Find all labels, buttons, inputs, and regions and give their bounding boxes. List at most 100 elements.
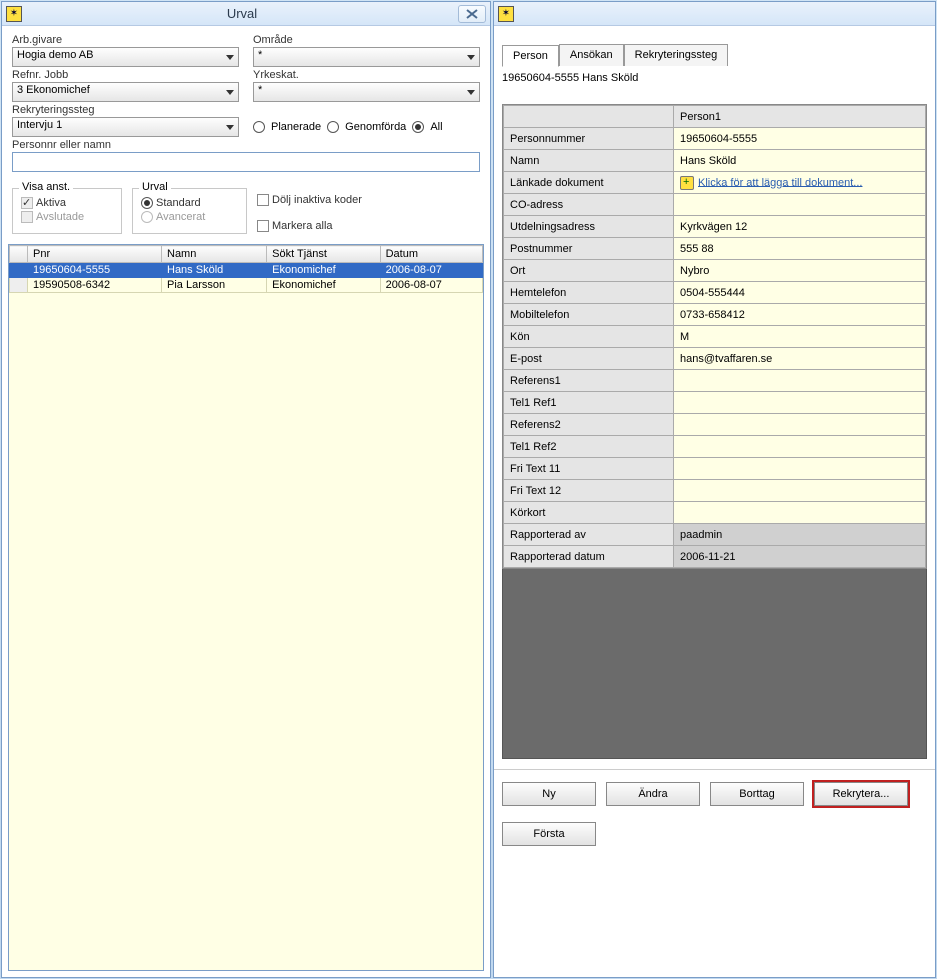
rekrytera-button[interactable]: Rekrytera...: [814, 782, 908, 806]
detail-value[interactable]: Nybro: [674, 260, 926, 282]
close-icon[interactable]: [458, 5, 486, 23]
detail-label: Fri Text 12: [504, 480, 674, 502]
check-markera[interactable]: [257, 220, 269, 232]
col-namn[interactable]: Namn: [162, 246, 267, 263]
radio-genomforda[interactable]: [327, 121, 339, 133]
detail-label: Tel1 Ref2: [504, 436, 674, 458]
radio-avancerat: [141, 211, 153, 223]
detail-value[interactable]: [674, 392, 926, 414]
results-table: Pnr Namn Sökt Tjänst Datum 19650604-5555…: [9, 245, 483, 293]
combo-rekryteringssteg[interactable]: Intervju 1: [12, 117, 239, 137]
add-document-link[interactable]: Klicka för att lägga till dokument...: [698, 176, 862, 188]
detail-label: CO-adress: [504, 194, 674, 216]
col-datum[interactable]: Datum: [380, 246, 482, 263]
personnr-input[interactable]: [12, 152, 480, 172]
urval-panel: Urval Arb.givare Hogia demo AB Område * …: [1, 1, 491, 978]
extra-checks: Dölj inaktiva koder Markera alla: [257, 188, 362, 234]
tab-ansokan[interactable]: Ansökan: [559, 44, 624, 66]
detail-value[interactable]: [674, 436, 926, 458]
andra-button[interactable]: Ändra: [606, 782, 700, 806]
detail-value[interactable]: Hans Sköld: [674, 150, 926, 172]
add-document-icon: [680, 176, 694, 190]
detail-value[interactable]: 0504-555444: [674, 282, 926, 304]
urval-legend: Urval: [139, 181, 171, 193]
detail-value[interactable]: M: [674, 326, 926, 348]
detail-value[interactable]: paadmin: [674, 524, 926, 546]
table-row[interactable]: 19590508-6342Pia LarssonEkonomichef2006-…: [10, 278, 483, 293]
detail-value[interactable]: hans@tvaffaren.se: [674, 348, 926, 370]
label-arbgivare: Arb.givare: [12, 34, 239, 46]
detail-label: Rapporterad av: [504, 524, 674, 546]
tab-person[interactable]: Person: [502, 45, 559, 67]
radio-standard[interactable]: [141, 197, 153, 209]
combo-yrkeskat[interactable]: *: [253, 82, 480, 102]
detail-label: Referens2: [504, 414, 674, 436]
label-personnr: Personnr eller namn: [12, 139, 480, 151]
detail-value[interactable]: [674, 370, 926, 392]
detail-value[interactable]: [674, 414, 926, 436]
filter-form: Arb.givare Hogia demo AB Område * Refnr.…: [2, 26, 490, 178]
detail-value[interactable]: 555 88: [674, 238, 926, 260]
button-row: Ny Ändra Borttag Rekrytera...: [494, 769, 935, 810]
visa-legend: Visa anst.: [19, 181, 73, 193]
col-pnr[interactable]: Pnr: [28, 246, 162, 263]
detail-label: Utdelningsadress: [504, 216, 674, 238]
combo-arbgivare[interactable]: Hogia demo AB: [12, 47, 239, 67]
borttag-button[interactable]: Borttag: [710, 782, 804, 806]
radio-planerade[interactable]: [253, 121, 265, 133]
combo-omrade[interactable]: *: [253, 47, 480, 67]
titlebar-right: [494, 2, 935, 26]
forsta-button[interactable]: Första: [502, 822, 596, 846]
detail-value[interactable]: [674, 502, 926, 524]
detail-value[interactable]: 2006-11-21: [674, 546, 926, 568]
detail-label: Ort: [504, 260, 674, 282]
check-dolj[interactable]: [257, 194, 269, 206]
detail-table-wrap: Person1 Personnummer19650604-5555NamnHan…: [502, 104, 927, 569]
detail-value[interactable]: 0733-658412: [674, 304, 926, 326]
detail-value[interactable]: Kyrkvägen 12: [674, 216, 926, 238]
label-all: All: [430, 121, 442, 133]
detail-label: Länkade dokument: [504, 172, 674, 194]
label-genomforda: Genomförda: [345, 121, 406, 133]
app-icon: [498, 6, 514, 22]
results-table-wrap: Pnr Namn Sökt Tjänst Datum 19650604-5555…: [8, 244, 484, 971]
detail-value[interactable]: [674, 458, 926, 480]
combo-refnr[interactable]: 3 Ekonomichef: [12, 82, 239, 102]
check-avslutade: [21, 211, 33, 223]
visa-group: Visa anst. Aktiva Avslutade: [12, 188, 122, 234]
person-title: 19650604-5555 Hans Sköld: [502, 72, 935, 84]
tab-rekryteringssteg[interactable]: Rekryteringssteg: [624, 44, 729, 66]
detail-label: E-post: [504, 348, 674, 370]
label-yrkeskat: Yrkeskat.: [253, 69, 480, 81]
ny-button[interactable]: Ny: [502, 782, 596, 806]
detail-value[interactable]: 19650604-5555: [674, 128, 926, 150]
tabs: Person Ansökan Rekryteringssteg: [502, 44, 935, 66]
detail-label: Referens1: [504, 370, 674, 392]
col-tjanst[interactable]: Sökt Tjänst: [267, 246, 380, 263]
detail-label: Personnummer: [504, 128, 674, 150]
detail-col-header: Person1: [674, 106, 926, 128]
app-icon: [6, 6, 22, 22]
options-row: Visa anst. Aktiva Avslutade Urval Standa…: [2, 182, 490, 240]
detail-value[interactable]: [674, 480, 926, 502]
radio-all[interactable]: [412, 121, 424, 133]
detail-value[interactable]: Klicka för att lägga till dokument...: [674, 172, 926, 194]
detail-label: Mobiltelefon: [504, 304, 674, 326]
window-title: Urval: [26, 6, 458, 21]
detail-label: Postnummer: [504, 238, 674, 260]
label-rekryteringssteg: Rekryteringssteg: [12, 104, 239, 116]
detail-label: Körkort: [504, 502, 674, 524]
detail-label: Namn: [504, 150, 674, 172]
detail-label: Fri Text 11: [504, 458, 674, 480]
urval-group: Urval Standard Avancerat: [132, 188, 247, 234]
detail-panel: Person Ansökan Rekryteringssteg 19650604…: [493, 1, 936, 978]
detail-table: Person1 Personnummer19650604-5555NamnHan…: [503, 105, 926, 568]
check-aktiva: [21, 197, 33, 209]
detail-label: Kön: [504, 326, 674, 348]
label-planerade: Planerade: [271, 121, 321, 133]
detail-value[interactable]: [674, 194, 926, 216]
label-omrade: Område: [253, 34, 480, 46]
titlebar-left: Urval: [2, 2, 490, 26]
detail-label: Hemtelefon: [504, 282, 674, 304]
table-row[interactable]: 19650604-5555Hans SköldEkonomichef2006-0…: [10, 263, 483, 278]
